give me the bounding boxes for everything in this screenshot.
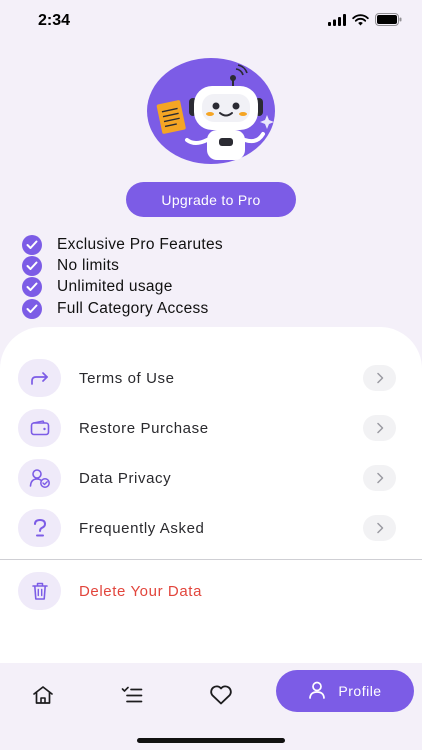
checkmark-icon xyxy=(22,256,42,277)
checkmark-icon xyxy=(22,234,42,255)
menu-label: Restore Purchase xyxy=(79,419,209,437)
chevron-right-icon xyxy=(363,515,396,541)
menu-item-terms-of-use[interactable]: Terms of Use xyxy=(0,355,422,401)
feature-item: Full Category Access xyxy=(22,298,223,319)
chevron-right-icon xyxy=(363,415,396,441)
menu-label: Delete Your Data xyxy=(79,582,203,600)
home-icon xyxy=(32,685,54,710)
chevron-right-icon xyxy=(363,365,396,391)
menu-item-frequently-asked[interactable]: Frequently Asked xyxy=(0,505,422,551)
wifi-icon xyxy=(352,13,369,31)
menu-label: Frequently Asked xyxy=(79,519,205,537)
status-icons xyxy=(328,13,402,31)
feature-label: Exclusive Pro Fearutes xyxy=(57,235,223,253)
trash-icon xyxy=(18,572,61,610)
cellular-signal-icon xyxy=(328,13,346,31)
menu-label: Data Privacy xyxy=(79,469,172,487)
feature-label: Full Category Access xyxy=(57,299,209,317)
checkmark-icon xyxy=(22,298,42,319)
menu-item-data-privacy[interactable]: Data Privacy xyxy=(0,455,422,501)
menu-item-delete-data[interactable]: Delete Your Data xyxy=(0,568,422,614)
feature-item: Exclusive Pro Fearutes xyxy=(22,234,223,255)
feature-label: No limits xyxy=(57,257,120,275)
user-check-icon xyxy=(18,459,61,497)
feature-item: Unlimited usage xyxy=(22,277,223,298)
feature-item: No limits xyxy=(22,255,223,277)
upgrade-to-pro-button[interactable]: Upgrade to Pro xyxy=(126,182,296,217)
tab-favorites[interactable] xyxy=(199,676,243,718)
tab-profile[interactable]: Profile xyxy=(276,670,414,712)
wallet-icon xyxy=(18,409,61,447)
chevron-right-icon xyxy=(363,465,396,491)
feature-label: Unlimited usage xyxy=(57,278,173,296)
user-icon xyxy=(308,681,326,702)
checkmark-icon xyxy=(22,277,42,298)
share-arrow-icon xyxy=(18,359,61,397)
tab-tasks[interactable] xyxy=(110,676,154,718)
battery-icon xyxy=(375,13,402,31)
status-time: 2:34 xyxy=(38,12,71,29)
menu-item-restore-purchase[interactable]: Restore Purchase xyxy=(0,405,422,451)
menu-label: Terms of Use xyxy=(79,369,175,387)
heart-icon xyxy=(209,685,233,710)
status-bar: 2:34 xyxy=(0,0,422,44)
robot-illustration xyxy=(147,58,275,164)
menu-divider xyxy=(0,559,422,560)
tab-bar: Profile xyxy=(0,663,422,750)
home-indicator xyxy=(137,738,285,743)
question-icon xyxy=(18,509,61,547)
checklist-icon xyxy=(121,686,143,709)
tab-profile-label: Profile xyxy=(338,683,382,699)
pro-features-list: Exclusive Pro Fearutes No limits Unlimit… xyxy=(22,234,223,320)
tab-home[interactable] xyxy=(21,676,65,718)
